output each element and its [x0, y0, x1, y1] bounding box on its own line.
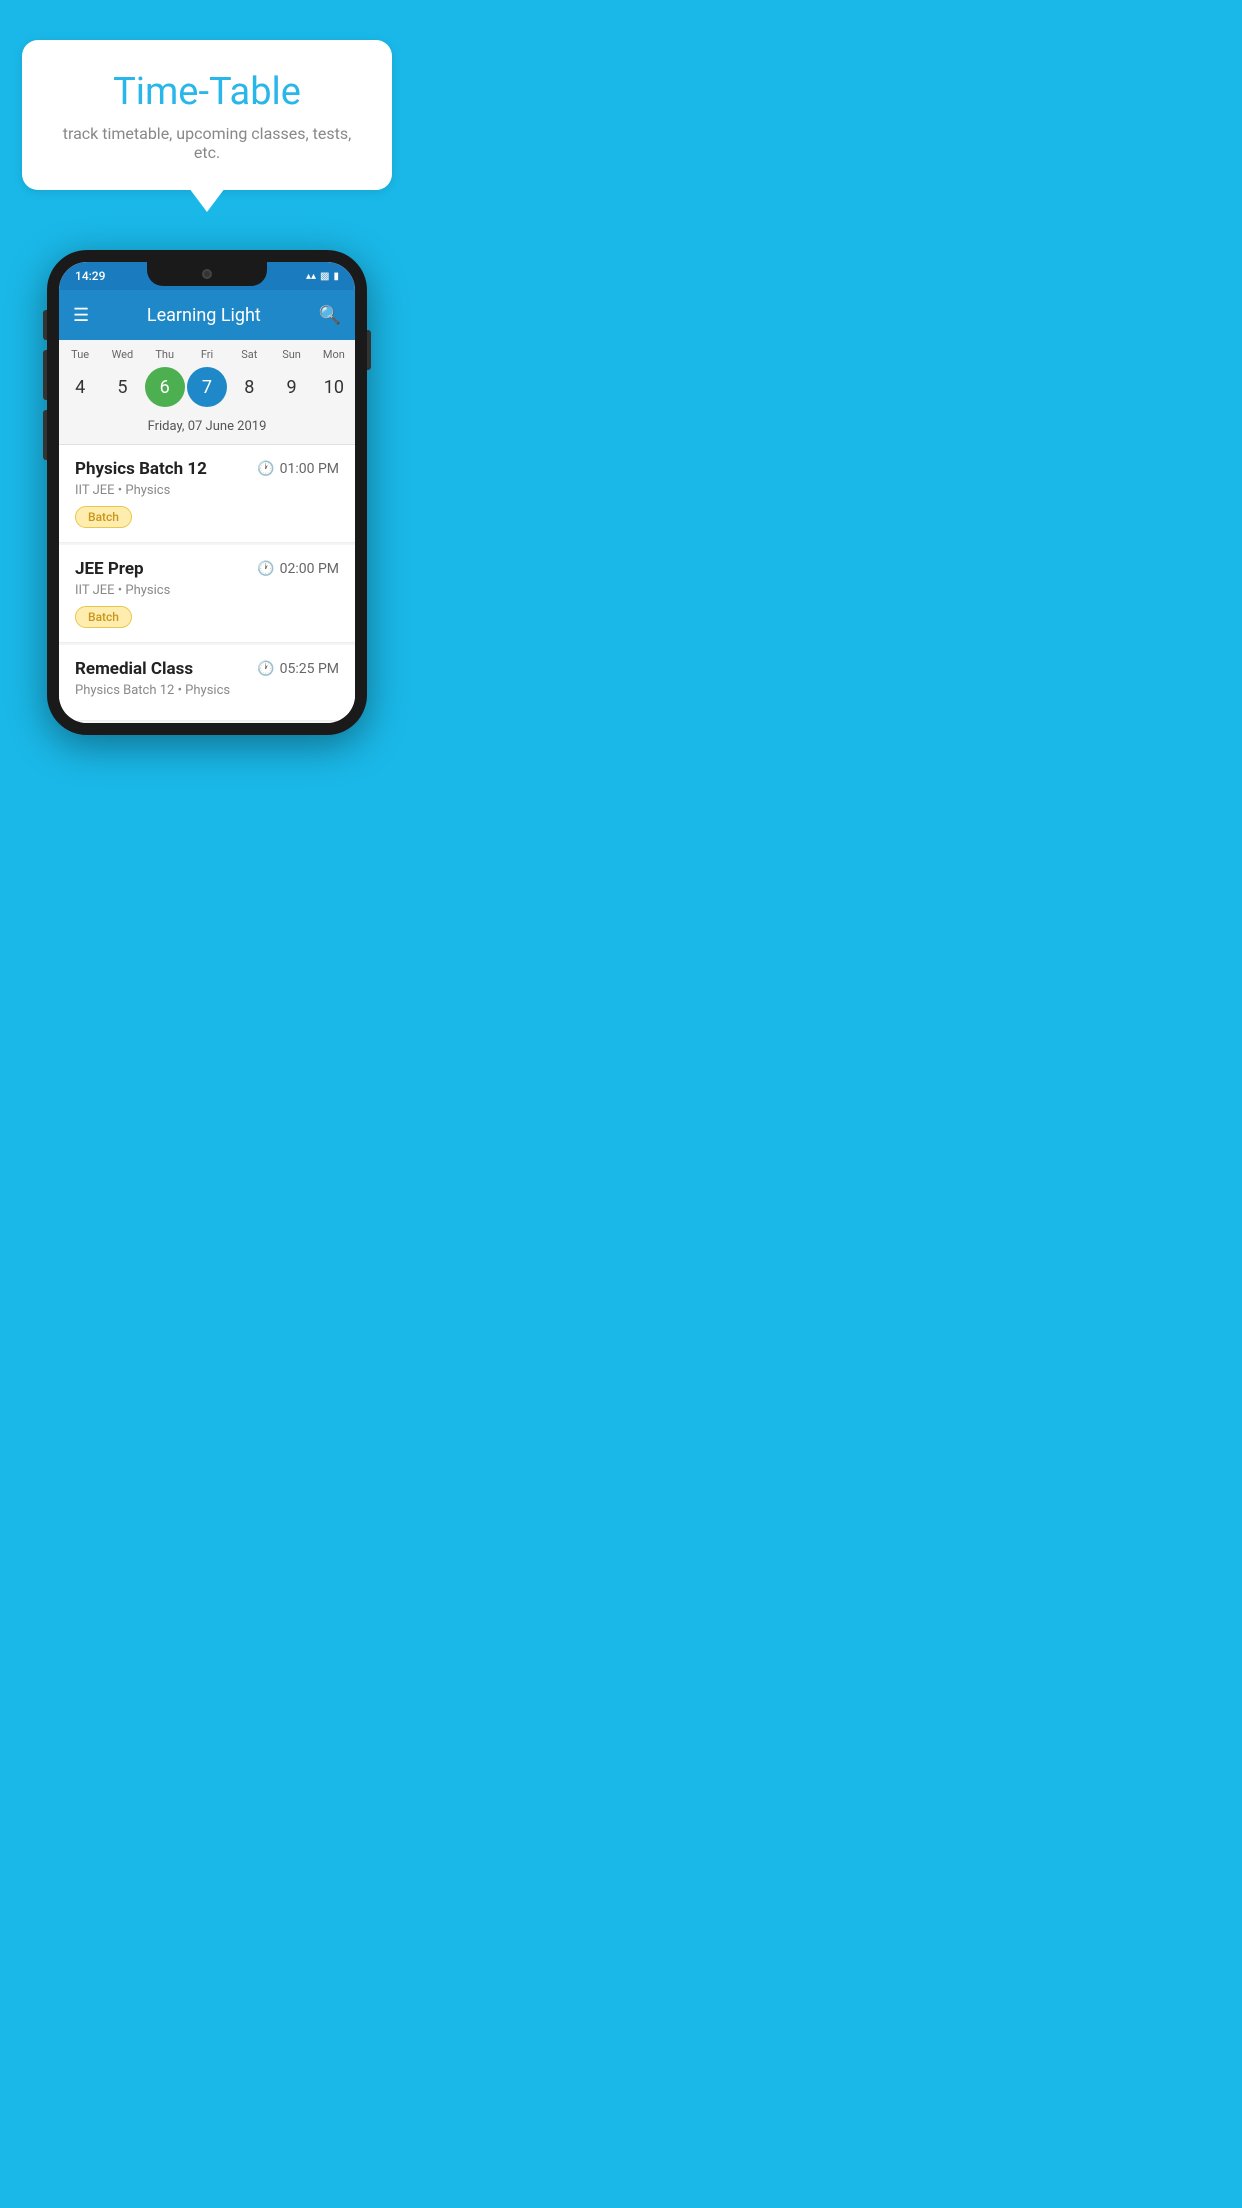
phone-frame: 14:29 ▴▴ ▩ ▮ ☰ Learning Light 🔍 Tue Wed … [47, 250, 367, 735]
day-label-fri: Fri [187, 348, 227, 361]
search-icon[interactable]: 🔍 [319, 305, 341, 326]
volume-up-button [43, 350, 47, 400]
schedule-item-header-3: Remedial Class 🕐 05:25 PM [75, 659, 339, 679]
status-icons: ▴▴ ▩ ▮ [306, 271, 339, 282]
phone-notch [147, 262, 267, 286]
schedule-time-value-3: 05:25 PM [280, 661, 339, 677]
schedule-time-value-1: 01:00 PM [280, 461, 339, 477]
wifi-icon: ▴▴ [306, 271, 316, 282]
schedule-item-time-2: 🕐 02:00 PM [257, 561, 339, 577]
day-label-wed: Wed [102, 348, 142, 361]
speech-bubble: Time-Table track timetable, upcoming cla… [22, 40, 392, 190]
schedule-item-time-3: 🕐 05:25 PM [257, 661, 339, 677]
app-bar: ☰ Learning Light 🔍 [59, 290, 355, 340]
day-7-selected[interactable]: 7 [187, 367, 227, 407]
clock-icon-3: 🕐 [257, 661, 274, 677]
clock-icon-1: 🕐 [257, 461, 274, 477]
schedule-item-title-2: JEE Prep [75, 559, 144, 579]
schedule-item-title-3: Remedial Class [75, 659, 193, 679]
schedule-time-value-2: 02:00 PM [280, 561, 339, 577]
day-label-thu: Thu [145, 348, 185, 361]
schedule-item-title-1: Physics Batch 12 [75, 459, 207, 479]
schedule-item-subtitle-3: Physics Batch 12 • Physics [75, 683, 339, 698]
calendar-strip: Tue Wed Thu Fri Sat Sun Mon 4 5 6 7 8 9 … [59, 340, 355, 445]
hamburger-menu-icon[interactable]: ☰ [73, 305, 89, 326]
front-camera [202, 269, 212, 279]
battery-icon: ▮ [333, 271, 339, 282]
batch-badge-2: Batch [75, 606, 132, 628]
signal-icon: ▩ [320, 271, 329, 282]
day-headers: Tue Wed Thu Fri Sat Sun Mon [59, 340, 355, 363]
day-6-today[interactable]: 6 [145, 367, 185, 407]
selected-date-label: Friday, 07 June 2019 [59, 415, 355, 444]
phone-screen: 14:29 ▴▴ ▩ ▮ ☰ Learning Light 🔍 Tue Wed … [59, 262, 355, 723]
day-label-sun: Sun [272, 348, 312, 361]
schedule-item-remedial[interactable]: Remedial Class 🕐 05:25 PM Physics Batch … [59, 645, 355, 721]
schedule-list: Physics Batch 12 🕐 01:00 PM IIT JEE • Ph… [59, 445, 355, 723]
day-numbers: 4 5 6 7 8 9 10 [59, 363, 355, 415]
day-label-tue: Tue [60, 348, 100, 361]
schedule-item-header-1: Physics Batch 12 🕐 01:00 PM [75, 459, 339, 479]
status-time: 14:29 [75, 269, 105, 283]
day-4[interactable]: 4 [60, 367, 100, 407]
clock-icon-2: 🕐 [257, 561, 274, 577]
power-button [367, 330, 371, 370]
batch-badge-1: Batch [75, 506, 132, 528]
bubble-title: Time-Table [52, 70, 362, 114]
volume-down-button [43, 410, 47, 460]
schedule-item-subtitle-1: IIT JEE • Physics [75, 483, 339, 498]
bubble-subtitle: track timetable, upcoming classes, tests… [52, 124, 362, 162]
schedule-item-physics-batch[interactable]: Physics Batch 12 🕐 01:00 PM IIT JEE • Ph… [59, 445, 355, 543]
day-8[interactable]: 8 [229, 367, 269, 407]
schedule-item-jee-prep[interactable]: JEE Prep 🕐 02:00 PM IIT JEE • Physics Ba… [59, 545, 355, 643]
schedule-item-subtitle-2: IIT JEE • Physics [75, 583, 339, 598]
day-label-sat: Sat [229, 348, 269, 361]
day-9[interactable]: 9 [272, 367, 312, 407]
day-label-mon: Mon [314, 348, 354, 361]
day-5[interactable]: 5 [102, 367, 142, 407]
schedule-item-header-2: JEE Prep 🕐 02:00 PM [75, 559, 339, 579]
mute-button [43, 310, 47, 340]
day-10[interactable]: 10 [314, 367, 354, 407]
schedule-item-time-1: 🕐 01:00 PM [257, 461, 339, 477]
app-bar-title: Learning Light [147, 305, 261, 326]
